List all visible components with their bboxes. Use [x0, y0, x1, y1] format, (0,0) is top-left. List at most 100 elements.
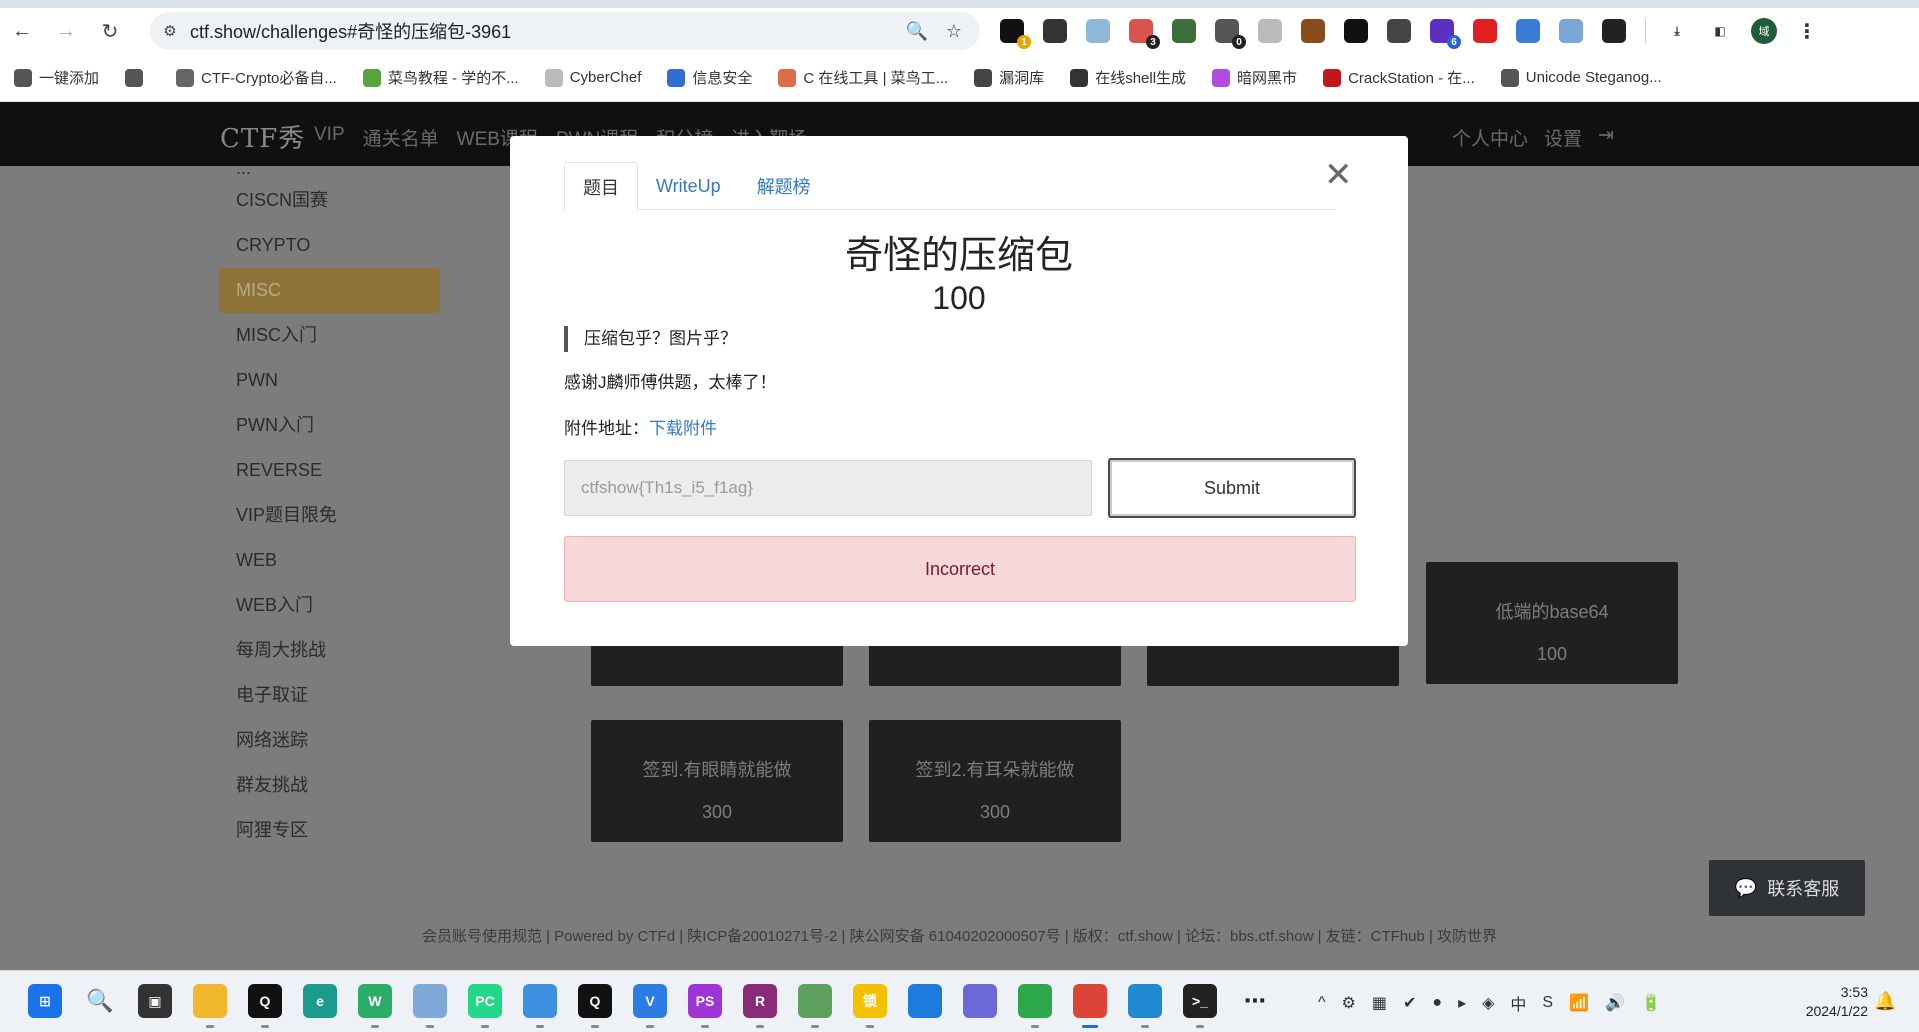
bookmark-item[interactable] — [125, 68, 150, 87]
extension-13-icon[interactable] — [1516, 19, 1540, 43]
sidebar-item[interactable]: PWN入门 — [219, 403, 440, 448]
paint-icon[interactable] — [963, 984, 997, 1018]
bookmark-item[interactable]: Unicode Steganog... — [1500, 68, 1662, 87]
nav-link[interactable]: VIP — [314, 124, 345, 151]
profile-avatar[interactable]: 域 — [1751, 18, 1777, 44]
contact-support-button[interactable]: 💬 联系客服 — [1709, 860, 1865, 916]
reload-button[interactable]: ↻ — [88, 9, 132, 53]
sidebar-item[interactable]: MISC入门 — [219, 313, 440, 358]
address-bar[interactable]: ⚙ ctf.show/challenges#奇怪的压缩包-3961 🔍 ☆ — [150, 12, 980, 50]
tray-icon[interactable]: ◈ — [1482, 993, 1494, 1013]
extension-5-icon[interactable] — [1172, 19, 1196, 43]
tray-icon[interactable]: 🔊 — [1605, 993, 1625, 1013]
download-icon[interactable]: ⤓ — [1665, 19, 1689, 43]
sidebar-item[interactable]: WEB — [219, 538, 440, 583]
image-editor-icon[interactable] — [798, 984, 832, 1028]
sidebar-item[interactable]: 群友挑战 — [219, 763, 440, 808]
extension-9-icon[interactable] — [1344, 19, 1368, 43]
photos-icon[interactable] — [908, 984, 942, 1018]
tray-icon[interactable]: 🔋 — [1641, 993, 1661, 1013]
bookmark-item[interactable]: 一键添加 — [14, 67, 99, 88]
sidebar-item[interactable]: 网络迷踪 — [219, 718, 440, 763]
app-yellow-icon[interactable]: 锁 — [853, 984, 887, 1028]
extension-8-icon[interactable] — [1301, 19, 1325, 43]
download-attachment-link[interactable]: 下载附件 — [649, 419, 717, 438]
bookmark-item[interactable]: 在线shell生成 — [1070, 67, 1186, 88]
bookmark-item[interactable]: 漏洞库 — [974, 67, 1044, 88]
tray-icon[interactable]: ✔ — [1403, 993, 1416, 1013]
tray-icon[interactable]: ▸ — [1458, 993, 1466, 1013]
bookmark-item[interactable]: 信息安全 — [667, 67, 752, 88]
more-icon[interactable]: ⋯ — [1238, 984, 1272, 1018]
tab-challenge[interactable]: 题目 — [564, 162, 638, 211]
extension-15-icon[interactable] — [1602, 19, 1626, 43]
task-view-icon[interactable]: ▣ — [138, 984, 172, 1018]
bookmark-item[interactable]: CrackStation - 在... — [1323, 67, 1475, 88]
sidebar-item[interactable]: MISC — [219, 268, 440, 313]
taskbar-clock[interactable]: 3:53 2024/1/22 — [1792, 983, 1868, 1021]
tab-solves[interactable]: 解题榜 — [739, 162, 829, 210]
tray-icon[interactable]: S — [1542, 994, 1553, 1012]
extension-12-icon[interactable] — [1473, 19, 1497, 43]
tray-icon[interactable]: ^ — [1318, 994, 1326, 1012]
bookmark-item[interactable]: CTF-Crypto必备自... — [176, 67, 337, 88]
extension-4-icon[interactable]: 3 — [1129, 19, 1160, 49]
vscode-alt-icon[interactable]: V — [633, 984, 667, 1028]
back-button[interactable]: ← — [0, 9, 44, 53]
sidebar-item[interactable]: CRYPTO — [219, 223, 440, 268]
sidebar-item[interactable]: REVERSE — [219, 448, 440, 493]
extension-3-icon[interactable] — [1086, 19, 1110, 43]
forward-button[interactable]: → — [44, 9, 88, 53]
side-panel-icon[interactable]: ◧ — [1708, 19, 1732, 43]
wechat-icon[interactable]: W — [358, 984, 392, 1028]
qq-2-icon[interactable]: Q — [578, 984, 612, 1028]
file-explorer-icon[interactable] — [193, 984, 227, 1028]
tab-writeup[interactable]: WriteUp — [638, 162, 739, 210]
challenge-card[interactable]: 签到.有眼睛就能做 300 — [591, 720, 843, 842]
bookmark-item[interactable]: C 在线工具 | 菜鸟工... — [778, 67, 948, 88]
site-logo[interactable]: CTF秀 — [220, 118, 305, 155]
sidebar-item[interactable]: 电子取证 — [219, 673, 440, 718]
url-text[interactable]: ctf.show/challenges#奇怪的压缩包-3961 — [190, 18, 905, 44]
extension-1-icon[interactable]: 1 — [1000, 19, 1031, 49]
submit-button[interactable]: Submit — [1108, 458, 1356, 518]
tray-icon[interactable]: 📶 — [1569, 993, 1589, 1013]
sidebar-item[interactable]: 每周大挑战 — [219, 628, 440, 673]
bookmark-item[interactable]: CyberChef — [544, 68, 641, 87]
extension-14-icon[interactable] — [1559, 19, 1583, 43]
terminal-icon[interactable]: >_ — [1183, 984, 1217, 1028]
extension-7-icon[interactable] — [1258, 19, 1282, 43]
screen-icon[interactable] — [1018, 984, 1052, 1028]
monitor-icon[interactable] — [413, 984, 447, 1028]
logout-icon[interactable]: ⇥ — [1598, 124, 1614, 151]
extension-6-icon[interactable]: 0 — [1215, 19, 1246, 49]
tray-icon[interactable]: ⚙ — [1342, 993, 1356, 1013]
start-icon[interactable]: ⊞ — [28, 984, 62, 1018]
bookmark-star-icon[interactable]: ☆ — [946, 21, 962, 42]
edge-icon[interactable]: e — [303, 984, 337, 1018]
sidebar-item[interactable]: VIP题目限免 — [219, 493, 440, 538]
extension-10-icon[interactable] — [1387, 19, 1411, 43]
tray-icon[interactable]: ● — [1432, 994, 1442, 1012]
bookmark-item[interactable]: 菜鸟教程 - 学的不... — [362, 67, 519, 88]
tray-icon[interactable]: 中 — [1510, 991, 1526, 1015]
challenge-card[interactable]: 签到2.有耳朵就能做 300 — [869, 720, 1121, 842]
qq-icon[interactable]: Q — [248, 984, 282, 1028]
search-icon[interactable]: 🔍 — [83, 984, 117, 1018]
sidebar-item-partial[interactable]: ... — [236, 166, 251, 178]
vscode-icon[interactable] — [1128, 984, 1162, 1028]
challenge-card[interactable]: 低端的base64 100 — [1426, 562, 1678, 684]
zoom-icon[interactable]: 🔍 — [905, 21, 927, 42]
extension-2-icon[interactable] — [1043, 19, 1067, 43]
chrome-icon[interactable] — [1073, 984, 1107, 1028]
sidebar-item[interactable]: PWN — [219, 358, 440, 403]
sidebar-item[interactable]: 阿狸专区 — [219, 808, 440, 853]
close-icon[interactable]: ✕ — [1324, 158, 1353, 192]
menu-icon[interactable]: ⋮ — [1795, 19, 1819, 43]
winrar-icon[interactable]: R — [743, 984, 777, 1028]
nav-right-link[interactable]: 设置 — [1544, 124, 1582, 151]
bookmark-item[interactable]: 暗网黑市 — [1212, 67, 1297, 88]
flag-input[interactable] — [564, 460, 1092, 516]
site-info-icon[interactable]: ⚙ — [150, 22, 190, 40]
sidebar-item[interactable]: WEB入门 — [219, 583, 440, 628]
